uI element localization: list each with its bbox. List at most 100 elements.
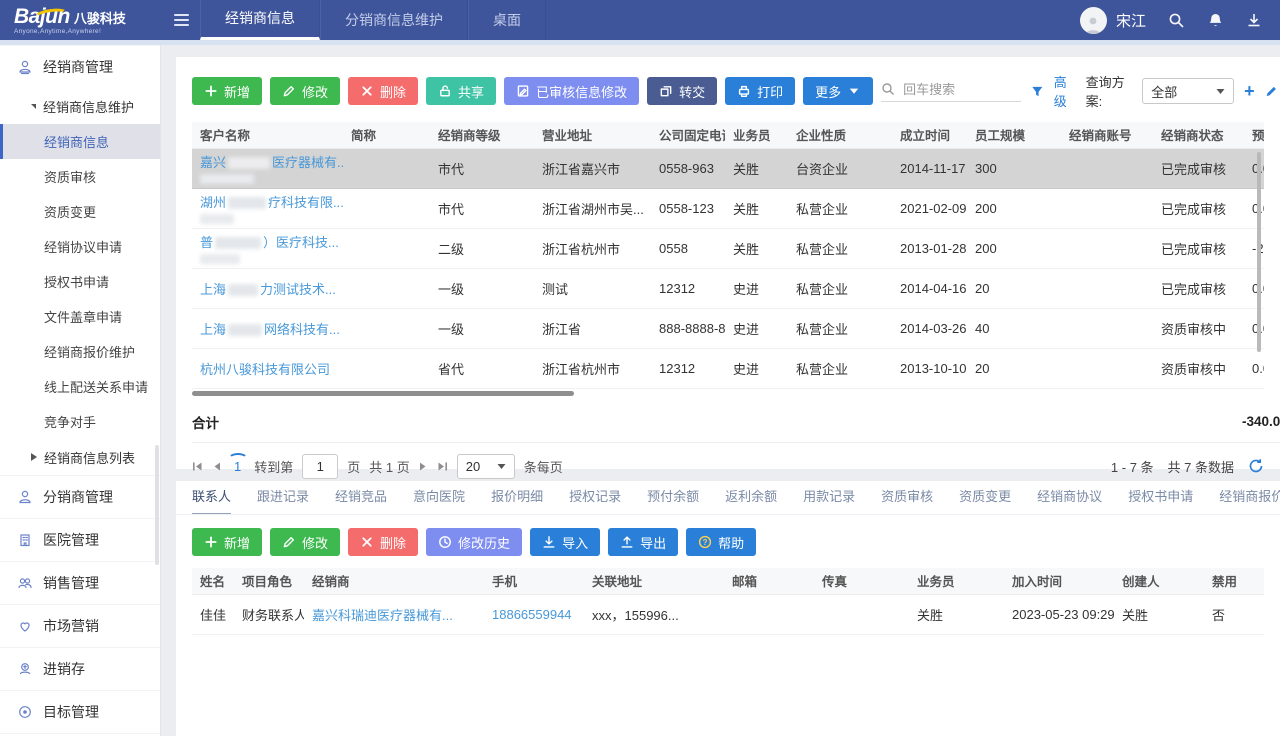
customer-name-link[interactable]: 湖州疗科技有限... [200, 195, 343, 210]
contact-column-header-4[interactable]: 关联地址 [584, 568, 724, 594]
table-row[interactable]: 普）医疗科技...二级浙江省杭州市0558关胜私营企业2013-01-28200… [192, 228, 1264, 268]
sidebar-section-12[interactable]: 分销商管理 [0, 475, 160, 518]
table-row[interactable]: 湖州疗科技有限...市代浙江省湖州市吴...0558-123关胜私营企业2021… [192, 188, 1264, 228]
nav-tab-1[interactable]: 分销商信息维护 [320, 0, 468, 40]
contact-toolbar-2-button[interactable]: 删除 [348, 528, 418, 556]
filter-funnel-icon[interactable] [1031, 84, 1044, 99]
nav-tab-0[interactable]: 经销商信息 [200, 0, 320, 40]
customer-name-link[interactable]: 上海网络科技有... [200, 322, 340, 337]
contact-column-header-2[interactable]: 经销商 [304, 568, 484, 594]
contact-column-header-7[interactable]: 业务员 [909, 568, 1004, 594]
customer-name-link[interactable]: 普）医疗科技... [200, 235, 339, 250]
detail-tab-9[interactable]: 资质审核 [881, 481, 933, 515]
customer-name-cell[interactable]: 上海力测试技术... [192, 268, 343, 308]
page-size-select[interactable]: 20 [457, 454, 515, 479]
nav-tab-2[interactable]: 桌面 [468, 0, 546, 40]
detail-tab-6[interactable]: 预付余额 [647, 481, 699, 515]
toolbar-0-button[interactable]: 新增 [192, 77, 262, 105]
table-row[interactable]: 上海网络科技有...一级浙江省888-8888-888史进私营企业2014-03… [192, 308, 1264, 348]
column-header-6[interactable]: 企业性质 [788, 122, 892, 148]
table-row[interactable]: 嘉兴医疗器械有...市代浙江省嘉兴市0558-963关胜台资企业2014-11-… [192, 148, 1264, 188]
column-header-4[interactable]: 公司固定电话 [651, 122, 725, 148]
advanced-search-link[interactable]: 高级 [1054, 72, 1076, 110]
column-header-0[interactable]: 客户名称 [192, 122, 343, 148]
toolbar-6-button[interactable]: 打印 [725, 77, 795, 105]
detail-tab-2[interactable]: 经销竞品 [335, 481, 387, 515]
table-row[interactable]: 上海力测试技术...一级测试12312史进私营企业2014-04-1620已完成… [192, 268, 1264, 308]
column-header-8[interactable]: 员工规模 [967, 122, 1061, 148]
sidebar-item-6[interactable]: 授权书申请 [0, 264, 160, 299]
toolbar-5-button[interactable]: 转交 [647, 77, 717, 105]
customer-name-cell[interactable]: 杭州八骏科技有限公司 [192, 348, 343, 388]
sidebar-section-16[interactable]: 进销存 [0, 647, 160, 690]
vertical-scrollbar[interactable] [1257, 152, 1261, 352]
current-user-name[interactable]: 宋江 [1116, 10, 1146, 31]
detail-tab-10[interactable]: 资质变更 [959, 481, 1011, 515]
column-header-2[interactable]: 经销商等级 [430, 122, 534, 148]
column-header-11[interactable]: 预付余额 [1244, 122, 1264, 148]
table-row[interactable]: 杭州八骏科技有限公司省代浙江省杭州市12312史进私营企业2013-10-102… [192, 348, 1264, 388]
column-header-3[interactable]: 营业地址 [534, 122, 651, 148]
toolbar-1-button[interactable]: 修改 [270, 77, 340, 105]
sidebar-section-17[interactable]: 目标管理 [0, 690, 160, 733]
detail-tab-3[interactable]: 意向医院 [413, 481, 465, 515]
contact-toolbar-4-button[interactable]: 导入 [530, 528, 600, 556]
toolbar-4-button[interactable]: 已审核信息修改 [504, 77, 639, 105]
customer-name-cell[interactable]: 湖州疗科技有限... [192, 188, 343, 228]
contact-toolbar-6-button[interactable]: ?帮助 [686, 528, 756, 556]
avatar[interactable] [1080, 7, 1107, 34]
sidebar-item-9[interactable]: 线上配送关系申请 [0, 369, 160, 404]
detail-tab-7[interactable]: 返利余额 [725, 481, 777, 515]
detail-tab-5[interactable]: 授权记录 [569, 481, 621, 515]
toolbar-2-button[interactable]: 删除 [348, 77, 418, 105]
sidebar-item-4[interactable]: 资质变更 [0, 194, 160, 229]
contact-toolbar-3-button[interactable]: 修改历史 [426, 528, 522, 556]
detail-tab-8[interactable]: 用款记录 [803, 481, 855, 515]
sidebar-section-13[interactable]: 医院管理 [0, 518, 160, 561]
contact-toolbar-5-button[interactable]: 导出 [608, 528, 678, 556]
contact-column-header-3[interactable]: 手机 [484, 568, 584, 594]
contact-column-header-0[interactable]: 姓名 [192, 568, 234, 594]
contact-column-header-9[interactable]: 创建人 [1114, 568, 1204, 594]
contact-column-header-1[interactable]: 项目角色 [234, 568, 304, 594]
sidebar-section-0[interactable]: 经销商管理 [0, 45, 160, 88]
contact-toolbar-1-button[interactable]: 修改 [270, 528, 340, 556]
detail-tab-4[interactable]: 报价明细 [491, 481, 543, 515]
last-page-icon[interactable] [437, 461, 448, 472]
query-scheme-select[interactable]: 全部 [1142, 78, 1234, 104]
quick-search-box[interactable] [881, 81, 1021, 102]
customer-name-link[interactable]: 杭州八骏科技有限公司 [200, 362, 330, 377]
sidebar-item-2[interactable]: 经销商信息 [0, 124, 160, 159]
customer-name-link[interactable]: 上海力测试技术... [200, 282, 336, 297]
contact-column-header-6[interactable]: 传真 [814, 568, 909, 594]
sidebar-item-8[interactable]: 经销商报价维护 [0, 334, 160, 369]
contact-column-header-5[interactable]: 邮箱 [724, 568, 814, 594]
detail-tab-12[interactable]: 授权书申请 [1128, 481, 1193, 515]
add-scheme-button[interactable]: + [1244, 81, 1255, 102]
customer-name-link[interactable]: 嘉兴医疗器械有... [200, 155, 343, 170]
goto-page-input[interactable] [302, 454, 338, 479]
column-header-1[interactable]: 简称 [343, 122, 430, 148]
sidebar-scrollbar[interactable] [155, 445, 159, 565]
brand-logo[interactable]: Bajun 八骏科技 Anyone,Anytime,Anywhere! [0, 6, 162, 35]
customer-name-cell[interactable]: 上海网络科技有... [192, 308, 343, 348]
contact-column-header-10[interactable]: 禁用 [1204, 568, 1264, 594]
sidebar-section-15[interactable]: 市场营销 [0, 604, 160, 647]
sidebar-group-1[interactable]: 经销商信息维护 [0, 88, 160, 124]
sidebar-section-14[interactable]: 销售管理 [0, 561, 160, 604]
current-page-number[interactable]: 1 [230, 459, 245, 474]
prev-page-icon[interactable] [212, 461, 221, 472]
column-header-5[interactable]: 业务员 [725, 122, 788, 148]
detail-tab-11[interactable]: 经销商协议 [1037, 481, 1102, 515]
search-icon[interactable] [1168, 12, 1185, 29]
customer-name-cell[interactable]: 嘉兴医疗器械有... [192, 148, 343, 188]
column-header-7[interactable]: 成立时间 [892, 122, 967, 148]
search-input[interactable] [901, 81, 1021, 98]
notification-bell-icon[interactable] [1207, 12, 1224, 29]
next-page-icon[interactable] [419, 461, 428, 472]
sidebar-item-10[interactable]: 竞争对手 [0, 404, 160, 439]
column-header-9[interactable]: 经销商账号 [1061, 122, 1153, 148]
sidebar-group-11[interactable]: 经销商信息列表 [0, 439, 160, 475]
contact-toolbar-0-button[interactable]: 新增 [192, 528, 262, 556]
toolbar-7-button[interactable]: 更多 [803, 77, 873, 105]
